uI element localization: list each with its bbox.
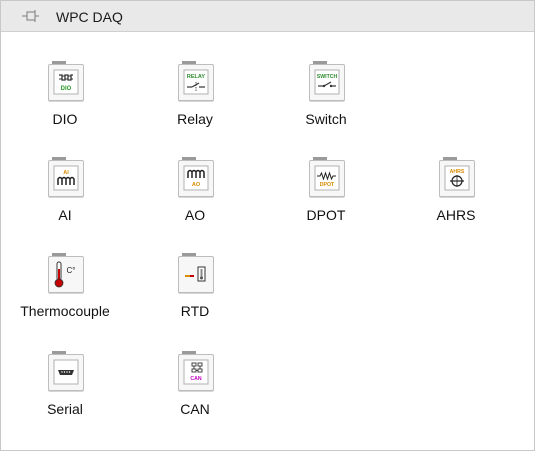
svg-text:AO: AO — [192, 182, 201, 188]
tile-label: AO — [184, 207, 206, 223]
tile-serial[interactable]: Serial — [10, 351, 120, 431]
tile-switch[interactable]: SWITCH Switch — [271, 61, 381, 141]
svg-text:C°: C° — [67, 266, 76, 275]
svg-text:RELAY: RELAY — [187, 74, 205, 80]
svg-text:CAN: CAN — [190, 376, 201, 382]
tile-label: Switch — [305, 111, 347, 127]
ahrs-icon: AHRS — [439, 157, 475, 197]
svg-text:DPOT: DPOT — [320, 182, 335, 188]
thermocouple-icon: C° — [48, 253, 84, 293]
tile-ao[interactable]: AO AO — [140, 157, 250, 237]
palette-titlebar: WPC DAQ — [1, 1, 534, 32]
svg-text:AI: AI — [63, 170, 69, 176]
ao-icon: AO — [178, 157, 214, 197]
tile-label: DIO — [52, 111, 78, 127]
svg-text:AHRS: AHRS — [450, 169, 465, 175]
tile-ai[interactable]: AI AI — [10, 157, 120, 237]
tile-label: Serial — [47, 401, 83, 417]
tile-dpot[interactable]: DPOT DPOT — [271, 157, 381, 237]
rtd-icon — [178, 253, 214, 293]
svg-text:DIO: DIO — [61, 86, 72, 92]
tile-label: Relay — [177, 111, 213, 127]
relay-icon: RELAY — [178, 61, 214, 101]
serial-icon — [48, 351, 84, 391]
pin-icon[interactable] — [22, 9, 40, 23]
palette-panel: WPC DAQ DIO DIO RELAY Relay SWITCH Switc… — [0, 0, 535, 451]
tile-label: AI — [58, 207, 72, 223]
tile-label: RTD — [180, 303, 210, 319]
ai-icon: AI — [48, 157, 84, 197]
tile-label: CAN — [180, 401, 210, 417]
tile-label: Thermocouple — [20, 303, 110, 319]
tile-label: AHRS — [436, 207, 476, 223]
tile-rtd[interactable]: RTD — [140, 253, 250, 333]
tile-ahrs[interactable]: AHRS AHRS — [401, 157, 511, 237]
svg-text:SWITCH: SWITCH — [317, 74, 338, 80]
tile-thermocouple[interactable]: C° Thermocouple — [10, 253, 120, 333]
tile-dio[interactable]: DIO DIO — [10, 61, 120, 141]
tile-relay[interactable]: RELAY Relay — [140, 61, 250, 141]
tile-can[interactable]: CAN CAN — [140, 351, 250, 431]
switch-icon: SWITCH — [309, 61, 345, 101]
tile-label: DPOT — [306, 207, 346, 223]
palette-title: WPC DAQ — [56, 9, 123, 25]
dio-icon: DIO — [48, 61, 84, 101]
dpot-icon: DPOT — [309, 157, 345, 197]
can-icon: CAN — [178, 351, 214, 391]
